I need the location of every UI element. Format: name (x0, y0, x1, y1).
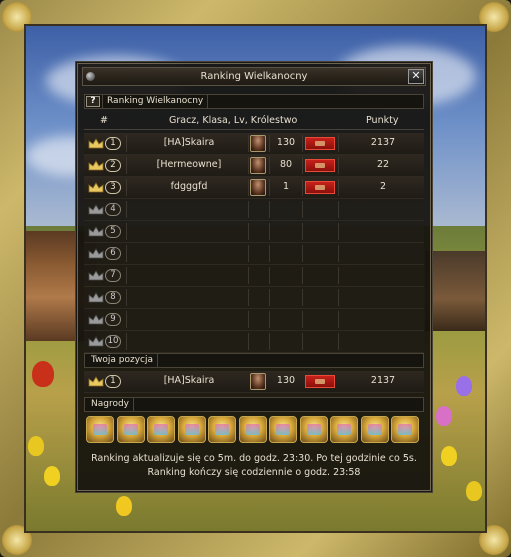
tab-row: ? Ranking Wielkanocny (84, 94, 424, 109)
rewards-bar: Nagrody (84, 397, 424, 412)
rank-badge: 8 (105, 291, 121, 304)
my-level: 130 (276, 375, 296, 386)
flower-icon (441, 446, 457, 466)
my-position-bar: Twoja pozycja (84, 353, 424, 368)
rank-badge: 10 (105, 335, 121, 348)
crown-icon (88, 160, 104, 171)
rewards-label: Nagrody (87, 398, 135, 411)
reward-chest-icon[interactable] (177, 416, 206, 443)
crown-icon (88, 182, 104, 193)
title-gem-icon (86, 72, 95, 81)
rank-badge: 5 (105, 225, 121, 238)
col-points: Punkty (366, 115, 399, 126)
kingdom-flag-icon (305, 181, 335, 194)
my-points: 2137 (370, 375, 396, 386)
rewards-list (86, 416, 422, 444)
window-titlebar[interactable]: Ranking Wielkanocny ✕ (82, 67, 426, 86)
my-position-label: Twoja pozycja (87, 354, 158, 367)
rank-badge: 2 (105, 159, 121, 172)
rank-badge: 9 (105, 313, 121, 326)
crown-icon (88, 314, 104, 325)
ranking-table: 1 [HA]Skaira 130 2137 2 [Hermeowne] 80 2… (84, 133, 424, 353)
flower-icon (436, 406, 452, 426)
reward-chest-icon[interactable] (330, 416, 358, 443)
rank-badge: 7 (105, 269, 121, 282)
table-row[interactable]: 1 [HA]Skaira 130 2137 (84, 133, 424, 155)
avatar (250, 179, 266, 196)
flower-icon (456, 376, 472, 396)
player-level: 80 (279, 159, 293, 170)
table-row[interactable]: 4 (84, 199, 424, 221)
reward-chest-icon[interactable] (269, 416, 297, 443)
player-points: 22 (376, 159, 390, 170)
crown-icon (88, 226, 104, 237)
player-level: 1 (282, 181, 290, 192)
reward-chest-icon[interactable] (116, 416, 145, 443)
help-button[interactable]: ? (86, 96, 100, 107)
player-name: [HA]Skaira (163, 137, 215, 148)
my-name: [HA]Skaira (163, 375, 215, 386)
tab-ranking[interactable]: Ranking Wielkanocny (102, 95, 209, 108)
my-rank-badge: 1 (105, 375, 121, 388)
reward-chest-icon[interactable] (238, 416, 267, 443)
kingdom-flag-icon (305, 375, 335, 388)
reward-chest-icon[interactable] (208, 416, 236, 443)
footer-line-2: Ranking kończy się codziennie o godz. 23… (147, 467, 361, 478)
house (425, 251, 485, 331)
kingdom-flag-icon (305, 137, 335, 150)
flower-icon (28, 436, 44, 456)
flower-icon (44, 466, 60, 486)
rank-badge: 3 (105, 181, 121, 194)
reward-chest-icon[interactable] (391, 416, 419, 443)
reward-chest-icon[interactable] (360, 416, 389, 443)
my-position-row: 1 [HA]Skaira 130 2137 (84, 371, 424, 393)
crown-icon (88, 292, 104, 303)
player-name: fdgggfd (170, 181, 208, 192)
flower-icon (32, 361, 54, 387)
table-row[interactable]: 6 (84, 243, 424, 265)
kingdom-flag-icon (305, 159, 335, 172)
footer-line-1: Ranking aktualizuje się co 5m. do godz. … (91, 453, 417, 464)
avatar (250, 157, 266, 174)
player-points: 2 (379, 181, 387, 192)
footer-info: Ranking aktualizuje się co 5m. do godz. … (78, 452, 430, 480)
reward-chest-icon[interactable] (147, 416, 175, 443)
table-row[interactable]: 5 (84, 221, 424, 243)
reward-chest-icon[interactable] (86, 416, 114, 443)
rank-badge: 6 (105, 247, 121, 260)
crown-icon (88, 204, 104, 215)
crown-icon (88, 336, 104, 347)
player-points: 2137 (370, 137, 396, 148)
rank-badge: 1 (105, 137, 121, 150)
flower-icon (466, 481, 482, 501)
table-row[interactable]: 2 [Hermeowne] 80 22 (84, 155, 424, 177)
col-player: Gracz, Klasa, Lv, Królestwo (169, 115, 298, 126)
rank-badge: 4 (105, 203, 121, 216)
table-row[interactable]: 3 fdgggfd 1 2 (84, 177, 424, 199)
table-header: # Gracz, Klasa, Lv, Królestwo Punkty (84, 112, 424, 130)
table-row[interactable]: 10 (84, 331, 424, 353)
avatar (250, 135, 266, 152)
crown-icon (88, 248, 104, 259)
crown-icon (88, 376, 104, 387)
player-level: 130 (276, 137, 296, 148)
col-rank: # (100, 115, 108, 126)
flower-icon (116, 496, 132, 516)
window-title: Ranking Wielkanocny (200, 71, 308, 82)
ranking-window: Ranking Wielkanocny ✕ ? Ranking Wielkano… (77, 63, 431, 491)
table-row[interactable]: 7 (84, 265, 424, 287)
crown-icon (88, 138, 104, 149)
crown-icon (88, 270, 104, 281)
reward-chest-icon[interactable] (299, 416, 328, 443)
player-name: [Hermeowne] (156, 159, 222, 170)
table-row[interactable]: 8 (84, 287, 424, 309)
close-button[interactable]: ✕ (408, 69, 424, 84)
table-row[interactable]: 9 (84, 309, 424, 331)
avatar (250, 373, 266, 390)
